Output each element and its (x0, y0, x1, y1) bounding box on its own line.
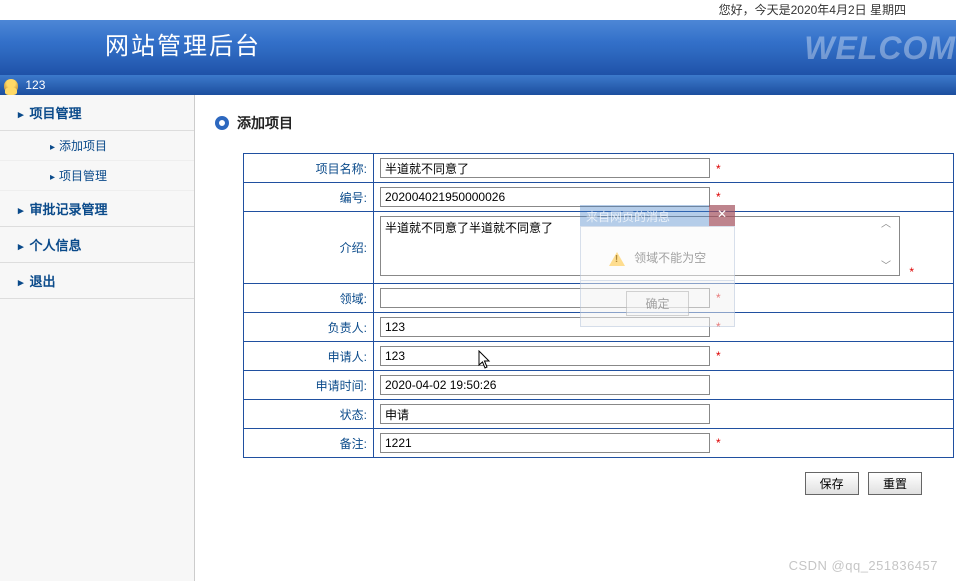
sidebar-item-approval[interactable]: 审批记录管理 (0, 191, 194, 227)
sidebar: 项目管理 添加项目 项目管理 审批记录管理 个人信息 退出 (0, 95, 195, 581)
sidebar-item-project[interactable]: 项目管理 (0, 95, 194, 131)
scroll-up-icon[interactable]: ︿ (880, 220, 892, 230)
label-intro: 介绍: (244, 212, 374, 284)
user-icon (4, 79, 18, 93)
label-applicant: 申请人: (244, 342, 374, 371)
label-status: 状态: (244, 400, 374, 429)
dialog-body: 领域不能为空 (580, 226, 735, 281)
input-remark[interactable] (380, 433, 710, 453)
sidebar-item-logout[interactable]: 退出 (0, 263, 194, 299)
dialog-title: 来自网页的消息 (586, 210, 670, 224)
button-row: 保存 重置 (243, 472, 926, 495)
page-title: 添加项目 (237, 113, 293, 133)
username: 123 (25, 78, 45, 92)
input-applicant[interactable] (380, 346, 710, 366)
sidebar-sub-project-manage[interactable]: 项目管理 (0, 161, 194, 191)
sidebar-sub-add-project[interactable]: 添加项目 (0, 131, 194, 161)
save-button[interactable]: 保存 (805, 472, 859, 495)
dialog-close-button[interactable]: ✕ (709, 205, 735, 226)
required-mark: * (716, 349, 721, 363)
alert-dialog: 来自网页的消息 ✕ 领域不能为空 确定 (580, 205, 735, 327)
label-owner: 负责人: (244, 313, 374, 342)
required-mark: * (716, 162, 721, 176)
required-mark: * (716, 436, 721, 450)
label-code: 编号: (244, 183, 374, 212)
page-bullet-icon (215, 116, 229, 130)
input-apply-time[interactable] (380, 375, 710, 395)
top-greeting-bar: 您好，今天是2020年4月2日 星期四 (0, 0, 956, 20)
page-header: 添加项目 (215, 113, 926, 133)
reset-button[interactable]: 重置 (868, 472, 922, 495)
dialog-message: 领域不能为空 (634, 251, 706, 265)
input-status[interactable] (380, 404, 710, 424)
dialog-footer: 确定 (580, 281, 735, 327)
dialog-ok-button[interactable]: 确定 (626, 291, 688, 316)
main-content: 添加项目 项目名称: * 编号: * 介绍: ︿ ﹀ (195, 95, 956, 581)
watermark: CSDN @qq_251836457 (789, 558, 938, 573)
header: 网站管理后台 WELCOM (0, 20, 956, 75)
required-mark: * (909, 265, 914, 279)
required-mark: * (716, 190, 721, 204)
warning-icon (609, 252, 625, 266)
label-apply-time: 申请时间: (244, 371, 374, 400)
dialog-title-bar: 来自网页的消息 ✕ (580, 205, 735, 226)
sidebar-item-profile[interactable]: 个人信息 (0, 227, 194, 263)
greeting-text: 您好，今天是2020年4月2日 星期四 (719, 3, 906, 17)
label-project-name: 项目名称: (244, 154, 374, 183)
label-remark: 备注: (244, 429, 374, 458)
input-project-name[interactable] (380, 158, 710, 178)
scroll-down-icon[interactable]: ﹀ (880, 262, 892, 272)
input-code[interactable] (380, 187, 710, 207)
label-domain: 领域: (244, 284, 374, 313)
user-bar: 123 (0, 75, 956, 95)
header-bg-text: WELCOM (804, 30, 956, 67)
